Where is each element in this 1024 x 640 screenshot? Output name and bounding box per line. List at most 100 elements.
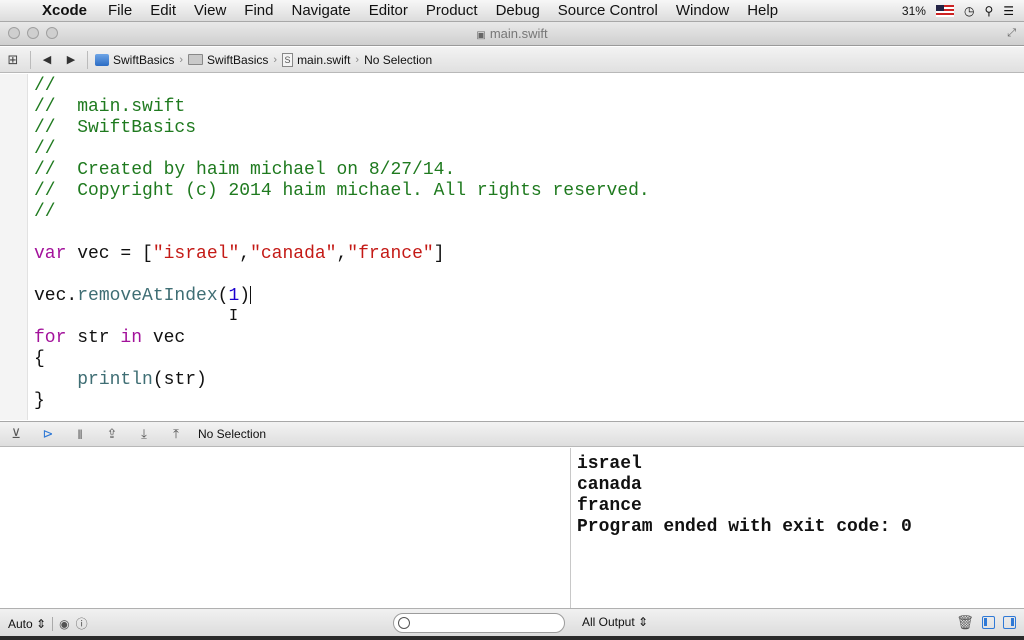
info-icon[interactable]: ⓘ — [76, 615, 88, 632]
menu-editor[interactable]: Editor — [360, 2, 417, 19]
bottom-edge — [0, 636, 1024, 640]
string-literal: "israel" — [152, 244, 240, 264]
console-line: france — [577, 496, 642, 516]
step-over-icon[interactable]: ⇪ — [96, 426, 128, 442]
jump-bar: ⊞ ◀ ▶ SwiftBasics › SwiftBasics › S main… — [0, 47, 1024, 73]
variables-view[interactable] — [0, 448, 571, 608]
breadcrumb-chevron-icon: › — [179, 53, 184, 66]
output-select[interactable]: All Output ⇕ — [582, 615, 648, 629]
variables-scope-select[interactable]: Auto ⇕ — [8, 617, 46, 631]
hide-debug-area-icon[interactable]: ⊻ — [0, 426, 32, 442]
breadcrumb-chevron-icon: › — [273, 53, 278, 66]
show-console-pane-icon[interactable] — [1003, 616, 1016, 629]
code-line: // main.swift — [34, 97, 186, 117]
battery-status[interactable]: 31% — [902, 4, 926, 18]
code-token: (str) — [152, 370, 207, 390]
forward-arrow-icon[interactable]: ▶ — [59, 53, 83, 66]
menu-source-control[interactable]: Source Control — [549, 2, 667, 19]
step-into-icon[interactable]: ⤓ — [128, 426, 160, 442]
divider — [30, 50, 31, 69]
menu-product[interactable]: Product — [417, 2, 487, 19]
code-token: vec — [142, 328, 186, 348]
code-line: // — [34, 139, 56, 159]
step-out-icon[interactable]: ⤒ — [160, 426, 192, 442]
related-items-icon[interactable]: ⊞ — [0, 52, 26, 68]
keyword-in: in — [120, 328, 143, 348]
menu-view[interactable]: View — [185, 2, 235, 19]
spotlight-search-icon[interactable]: ⚲ — [984, 4, 993, 18]
keyword-var: var — [34, 244, 67, 264]
console-line: Program ended with exit code: 0 — [577, 517, 912, 537]
pause-icon[interactable]: ‖ — [64, 427, 96, 442]
code-line: vec.removeAtIndex(1) — [34, 286, 650, 307]
menu-bar: Xcode File Edit View Find Navigate Edito… — [0, 0, 1024, 22]
menu-xcode[interactable]: Xcode — [38, 2, 99, 19]
eye-icon[interactable]: ◉ — [59, 617, 69, 631]
code-token: ) — [239, 286, 251, 306]
swift-file-icon: S — [282, 52, 294, 67]
code-token: str — [66, 328, 121, 348]
code-token: , — [336, 244, 348, 264]
string-literal: "france" — [347, 244, 434, 264]
debug-bar: ⊻ ⊳ ‖ ⇪ ⤓ ⤒ No Selection — [0, 421, 1024, 447]
divider — [87, 50, 88, 69]
debug-selection-label: No Selection — [198, 427, 267, 441]
clock-icon[interactable]: ◷ — [964, 4, 974, 18]
variables-controls: Auto ⇕ ◉ ⓘ — [8, 615, 88, 632]
menu-edit[interactable]: Edit — [141, 2, 185, 19]
string-literal: "canada" — [250, 244, 337, 264]
filter-search-field[interactable] — [393, 613, 565, 633]
breakpoints-toggle-icon[interactable]: ⊳ — [32, 426, 64, 442]
debug-bottom-bar: Auto ⇕ ◉ ⓘ All Output ⇕ 🗑 — [0, 608, 1024, 636]
filter-icon — [398, 617, 410, 629]
menu-file[interactable]: File — [99, 2, 141, 19]
ibeam-cursor-icon: I — [229, 306, 239, 324]
notification-list-icon[interactable]: ☰ — [1003, 4, 1014, 18]
window-title: ▣ main.swift — [476, 26, 548, 41]
code-line: // — [34, 202, 56, 222]
swift-file-icon: ▣ — [476, 30, 486, 41]
fullscreen-icon[interactable]: ⤢ — [1007, 27, 1016, 40]
menu-window[interactable]: Window — [667, 2, 738, 19]
text-caret — [250, 286, 252, 305]
breadcrumb-selection[interactable]: No Selection — [361, 53, 435, 67]
keyword-for: for — [34, 328, 67, 348]
line-gutter[interactable] — [0, 74, 28, 420]
menu-extras: 31% ◷ ⚲ ☰ — [902, 0, 1024, 22]
code-line: println(str) — [34, 370, 650, 391]
code-line: { — [34, 349, 45, 369]
folder-icon — [188, 54, 204, 65]
code-token: ( — [217, 286, 229, 306]
console-line: canada — [577, 475, 642, 495]
project-icon — [95, 53, 109, 66]
code-line: // Copyright (c) 2014 haim michael. All … — [34, 181, 650, 201]
trash-icon[interactable]: 🗑 — [956, 614, 974, 631]
back-arrow-icon[interactable]: ◀ — [35, 53, 59, 66]
code-line: // SwiftBasics — [34, 118, 197, 138]
source-code[interactable]: // // main.swift // SwiftBasics // // Cr… — [34, 76, 650, 412]
code-line: var vec = ["israel","canada","france"] — [34, 244, 650, 265]
breadcrumb-file[interactable]: S main.swift — [279, 52, 353, 67]
window-title-bar: ▣ main.swift ⤢ — [0, 22, 1024, 46]
breadcrumb-project[interactable]: SwiftBasics — [92, 53, 177, 67]
number-literal: 1 — [228, 286, 240, 306]
code-line: for str in vec — [34, 328, 650, 349]
method-name: removeAtIndex — [77, 286, 218, 306]
show-variables-pane-icon[interactable] — [982, 616, 995, 629]
menu-debug[interactable]: Debug — [487, 2, 549, 19]
breadcrumb-group[interactable]: SwiftBasics — [185, 53, 271, 67]
code-editor[interactable]: // // main.swift // SwiftBasics // // Cr… — [0, 74, 1024, 420]
code-line: // — [34, 76, 56, 96]
function-name: println — [77, 370, 153, 390]
input-source-flag-icon[interactable] — [935, 5, 954, 17]
code-line: } — [34, 391, 45, 411]
console-output[interactable]: israel canada france Program ended with … — [572, 448, 1024, 608]
menu-find[interactable]: Find — [235, 2, 282, 19]
menu-navigate[interactable]: Navigate — [282, 2, 359, 19]
menu-help[interactable]: Help — [738, 2, 787, 19]
console-line: israel — [577, 454, 642, 474]
